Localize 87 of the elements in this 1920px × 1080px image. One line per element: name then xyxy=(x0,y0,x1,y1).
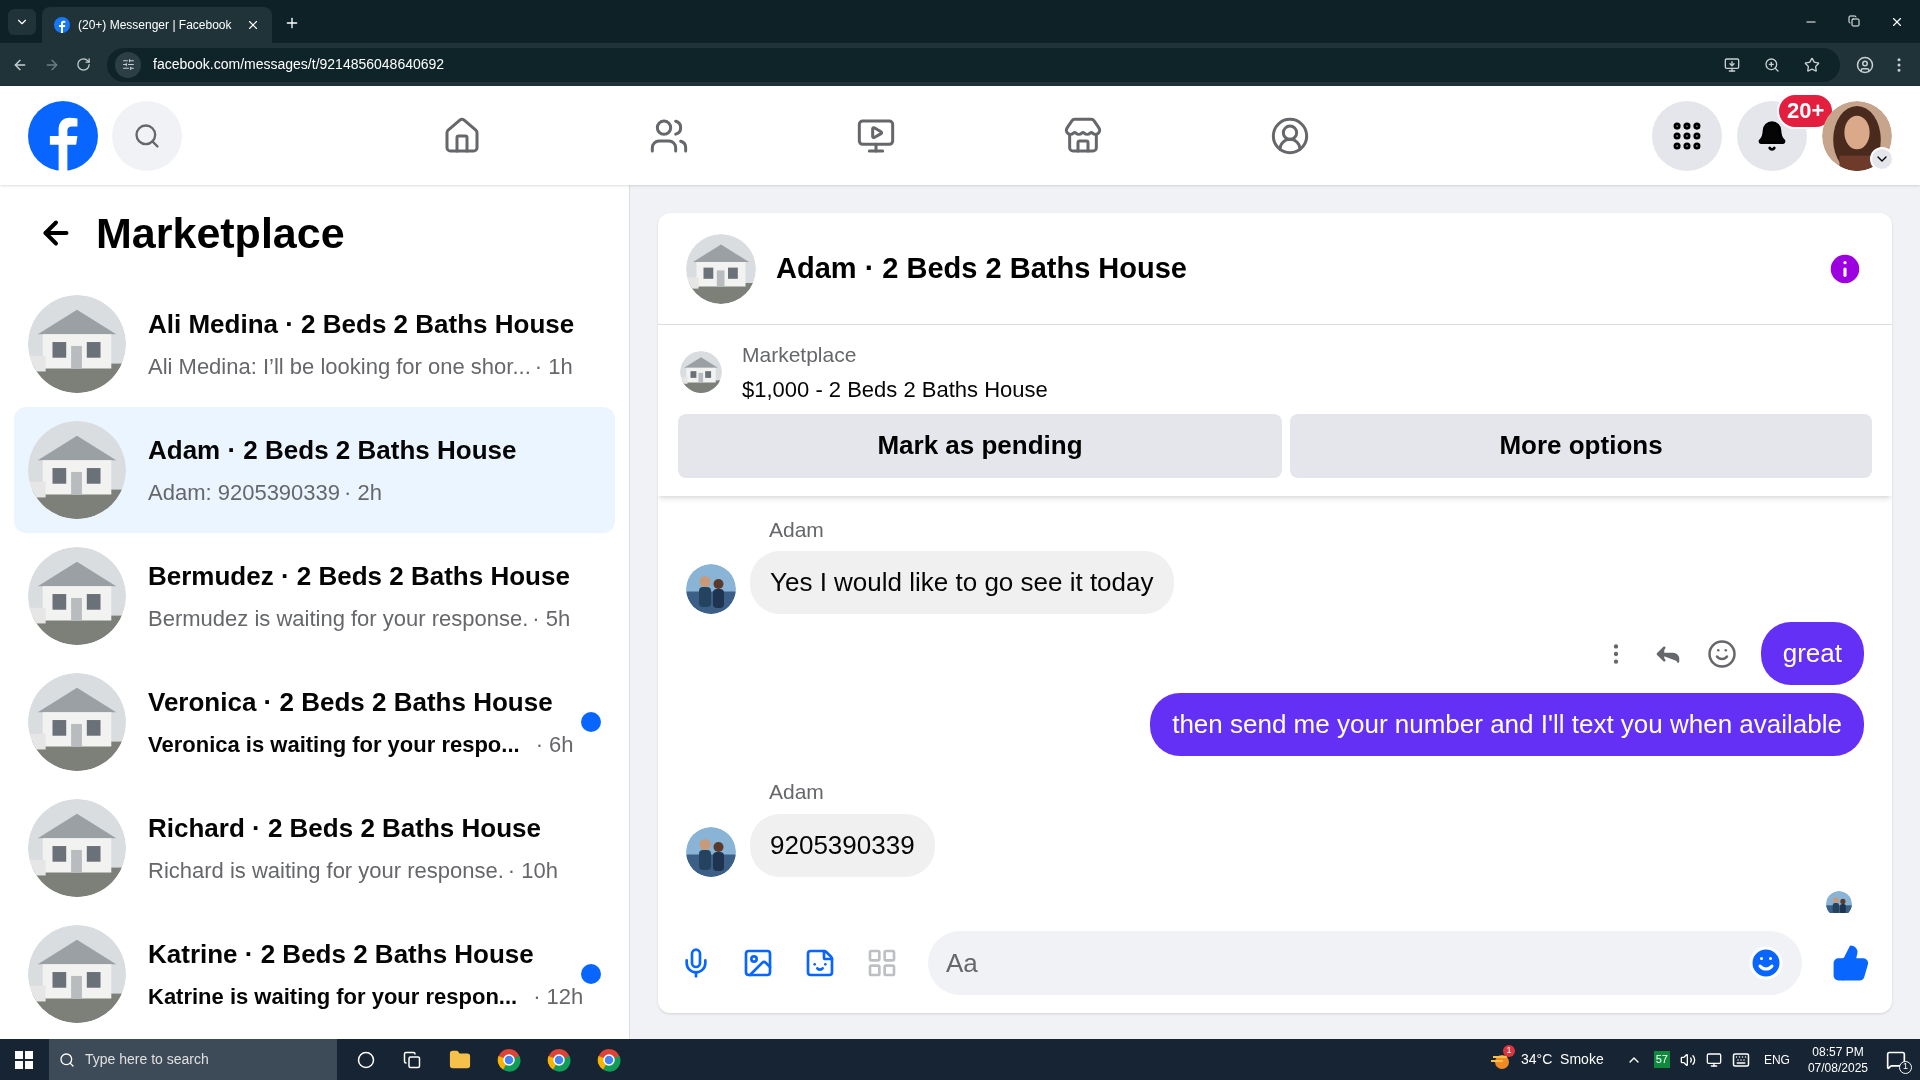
notification-badge: 20+ xyxy=(1777,92,1835,129)
conversation-preview: Ali Medina: I’ll be looking for one shor... xyxy=(148,353,531,381)
facebook-logo-icon[interactable] xyxy=(28,100,98,171)
listing-action-button[interactable]: More options xyxy=(1290,413,1872,478)
message-bubble: then send me your number and I'll text you when available xyxy=(1150,693,1864,756)
conversation-item[interactable]: Bermudez · 2 Beds 2 Baths House Bermudez is waiting for your response. · 5h xyxy=(14,533,615,659)
conversation-name: Veronica · 2 Beds 2 Baths House xyxy=(148,686,554,719)
conversation-item[interactable]: Adam · 2 Beds 2 Baths House Adam: 9205390339 · 2h xyxy=(14,407,615,533)
message-bubble: Yes I would like to go see it today xyxy=(750,551,1174,614)
close-icon[interactable] xyxy=(1890,15,1904,29)
sender-name: Adam xyxy=(769,516,825,543)
listing-action-button[interactable]: Mark as pending xyxy=(678,413,1282,478)
cortana-icon[interactable] xyxy=(357,1050,375,1069)
clock[interactable]: 08:57 PM 07/08/2025 xyxy=(1807,1043,1868,1076)
chrome-icon[interactable] xyxy=(497,1047,521,1072)
language-indicator[interactable]: ENG xyxy=(1763,1050,1790,1069)
site-settings-icon[interactable] xyxy=(115,51,141,78)
notification-count: 1 xyxy=(1899,1060,1912,1074)
conversation-time: · 1h xyxy=(534,353,573,381)
clock-date: 07/08/2025 xyxy=(1807,1059,1868,1076)
emoji-icon[interactable] xyxy=(1748,945,1784,981)
restore-icon[interactable] xyxy=(1848,15,1860,27)
search-icon xyxy=(59,1051,75,1068)
conversation-item[interactable]: Richard · 2 Beds 2 Baths House Richard is waiting for your response. · 10h xyxy=(14,785,615,911)
weather-text: 34°C Smoke xyxy=(1521,1050,1604,1069)
tab-list-button[interactable] xyxy=(8,9,36,35)
action-center-icon[interactable] xyxy=(1886,1049,1906,1070)
url-text: facebook.com/messages/t/9214856048640692 xyxy=(153,55,445,74)
conversation-preview: Adam: 9205390339 xyxy=(148,479,341,507)
file-explorer-icon[interactable] xyxy=(449,1048,471,1071)
sidebar-title: Marketplace xyxy=(96,207,345,259)
browser-tab[interactable]: (20+) Messenger | Facebook xyxy=(42,7,272,43)
react-icon[interactable] xyxy=(1706,638,1737,669)
bookmark-icon[interactable] xyxy=(1804,56,1820,73)
photo-icon[interactable] xyxy=(742,947,774,979)
zoom-icon[interactable] xyxy=(1764,56,1780,73)
facebook-logo-icon xyxy=(54,17,70,33)
conversation-time: · 10h xyxy=(507,857,558,885)
store-icon xyxy=(1063,115,1103,156)
tray-badge: 57 xyxy=(1653,1051,1670,1068)
conversation-item[interactable]: Katrine · 2 Beds 2 Baths House Katrine is waiting for your respon... · 12h xyxy=(14,911,615,1037)
chat-title: Adam · 2 Beds 2 Baths House xyxy=(776,250,1188,286)
bell-icon xyxy=(1756,119,1788,152)
message-input[interactable]: Aa xyxy=(928,931,1802,995)
conversation-time: · 5h xyxy=(532,605,571,633)
like-icon[interactable] xyxy=(1832,944,1870,982)
volume-icon[interactable] xyxy=(1679,1051,1696,1068)
message-bubble: 9205390339 xyxy=(750,813,935,877)
network-icon[interactable] xyxy=(1705,1051,1722,1068)
conversation-name: Bermudez · 2 Beds 2 Baths House xyxy=(148,560,571,593)
close-icon[interactable] xyxy=(246,18,260,32)
task-view-icon[interactable] xyxy=(403,1050,421,1069)
conversation-item[interactable]: Ali Medina · 2 Beds 2 Baths House Ali Medina: I’ll be looking for one shor... · 1h xyxy=(14,281,615,407)
tab-title: (20+) Messenger | Facebook xyxy=(78,17,233,34)
conversation-preview: Katrine is waiting for your respon... xyxy=(148,983,518,1011)
chrome-icon[interactable] xyxy=(547,1047,571,1072)
conversation-name: Katrine · 2 Beds 2 Baths House xyxy=(148,938,535,971)
sticker-icon[interactable] xyxy=(804,947,836,979)
taskbar-search[interactable]: Type here to search xyxy=(49,1039,337,1080)
new-tab-icon[interactable] xyxy=(284,15,300,31)
message-field[interactable]: Aa xyxy=(946,943,1748,983)
conversation-name: Adam · 2 Beds 2 Baths House xyxy=(148,434,518,467)
conversation-item[interactable]: Veronica · 2 Beds 2 Baths House Veronica is waiting for your respo... · 6h xyxy=(14,659,615,785)
install-icon[interactable] xyxy=(1724,56,1740,73)
conversation-preview: Bermudez is waiting for your response. xyxy=(148,605,529,633)
conversation-preview: Richard is waiting for your response. xyxy=(148,857,504,885)
sender-name: Adam xyxy=(769,779,825,805)
conversation-name: Richard · 2 Beds 2 Baths House xyxy=(148,812,542,845)
profile-icon[interactable] xyxy=(1856,55,1874,74)
search-icon xyxy=(133,121,161,150)
listing-title: $1,000 - 2 Beds 2 Baths House xyxy=(742,375,1048,404)
taskbar-search-placeholder: Type here to search xyxy=(85,1050,209,1069)
conversation-name: Ali Medina · 2 Beds 2 Baths House xyxy=(148,308,576,341)
message-bubble: great xyxy=(1760,622,1864,685)
address-bar[interactable]: facebook.com/messages/t/9214856048640692 xyxy=(107,47,1840,82)
chrome-icon[interactable] xyxy=(597,1047,621,1072)
conversation-time: · 6h xyxy=(535,731,574,759)
listing-label: Marketplace xyxy=(742,342,858,368)
conversation-time: · 2h xyxy=(344,479,382,507)
clock-time: 08:57 PM xyxy=(1812,1043,1864,1060)
reload-icon[interactable] xyxy=(76,57,91,72)
conversation-time: · 12h xyxy=(533,983,584,1011)
weather-badge: 1 xyxy=(1503,1044,1516,1057)
user-circle-icon xyxy=(1270,115,1310,156)
windows-logo-icon[interactable] xyxy=(15,1050,33,1069)
keyboard-icon[interactable] xyxy=(1731,1050,1750,1069)
conversation-preview: Veronica is waiting for your respo... xyxy=(148,731,520,759)
